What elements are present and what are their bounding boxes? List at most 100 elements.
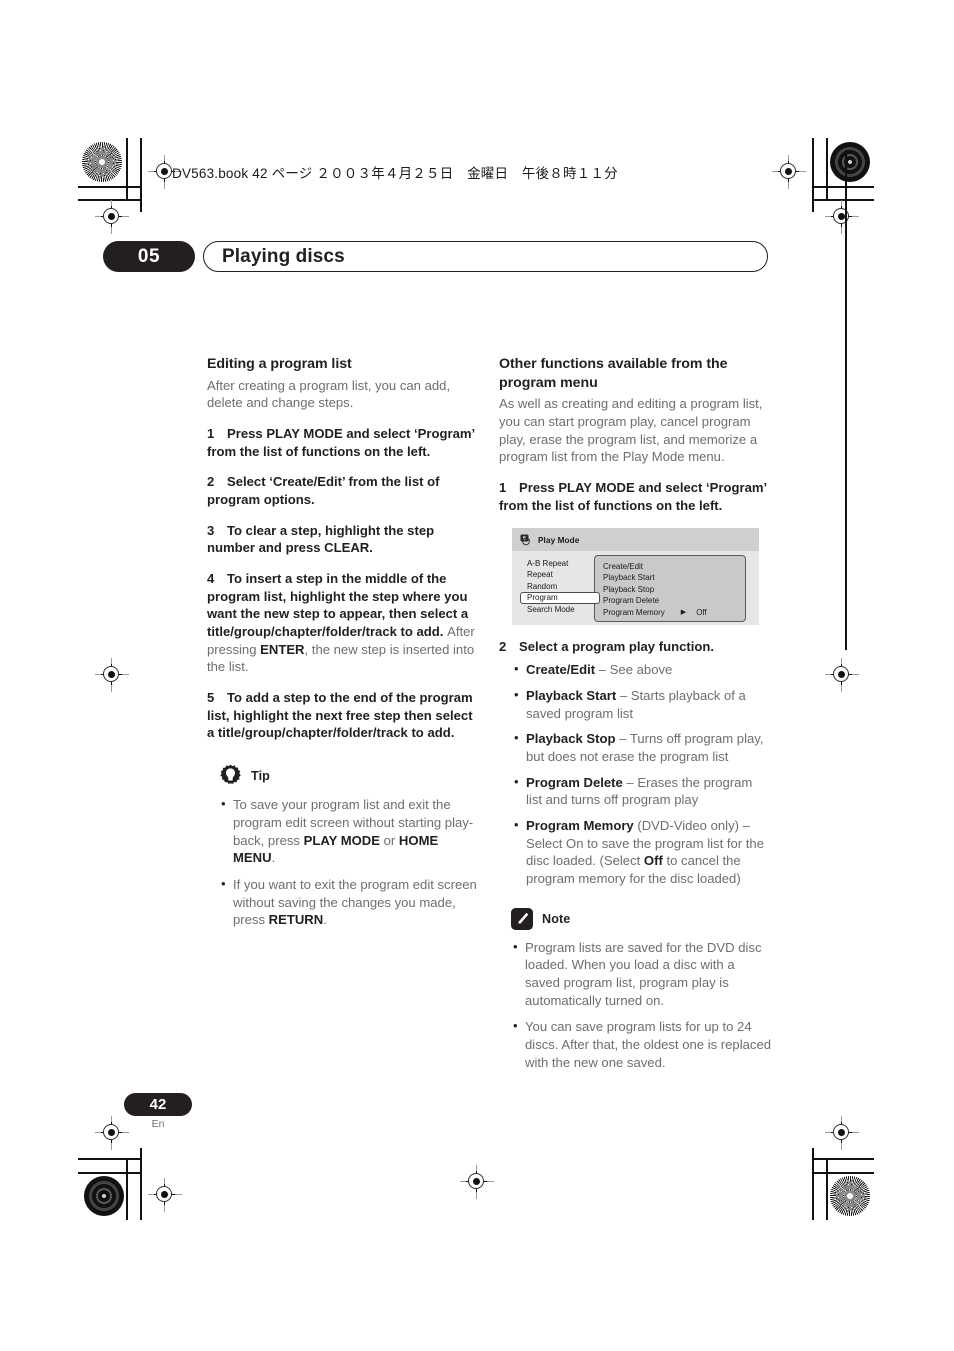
tip-bullet-1-mid: or — [380, 832, 399, 848]
step-1-left: 1 Press PLAY MODE and select ‘Program’ fr… — [207, 425, 479, 460]
chapter-header: 05 Playing discs — [103, 241, 768, 272]
osd-options-rows: Create/Edit Playback Start Playback Stop… — [595, 556, 745, 619]
step-2-left: 2 Select ‘Create/Edit’ from the list of p… — [207, 473, 479, 508]
step-4-text: To insert a step in the middle of the pr… — [207, 571, 469, 640]
step-3-left: 3 To clear a step, highlight the step num… — [207, 522, 479, 557]
program-function-list: Create/Edit – See above Playback Start –… — [512, 660, 771, 888]
osd-menu-item-search-mode[interactable]: Search Mode — [521, 604, 599, 616]
registration-rosette-top-right — [830, 142, 870, 182]
step-1-right-text: Press PLAY MODE and select ‘Program’ fro… — [499, 480, 767, 513]
registration-rosette-bottom-right — [830, 1176, 870, 1216]
note-label: Note — [542, 911, 571, 926]
step-2-right-number: 2 — [499, 638, 507, 654]
page-language-code: En — [151, 1118, 165, 1130]
crop-mark-top-left-inner-vertical — [140, 138, 142, 212]
registration-target-bottom-center — [460, 1165, 494, 1199]
osd-options-panel: Create/Edit Playback Start Playback Stop… — [594, 554, 746, 622]
chevron-right-icon: ▶ — [680, 608, 687, 616]
crop-mark-bottom-right-inner-vertical — [812, 1148, 814, 1220]
function-name-program-delete: Program Delete — [526, 774, 623, 790]
crop-mark-bottom-left-vertical — [126, 1158, 128, 1220]
note-bullet-2: You can save program lists for up to 24 … — [511, 1017, 771, 1071]
crop-mark-top-left-horizontal — [78, 186, 140, 188]
play-mode-osd-screenshot: Play Mode A-B Repeat Repeat Random Progr… — [512, 527, 759, 625]
chapter-title-pill: Playing discs — [203, 241, 768, 272]
registration-target-right-upper — [825, 200, 859, 234]
osd-option-create-edit[interactable]: Create/Edit — [603, 561, 745, 573]
intro-paragraph-right: As well as creating and editing a progra… — [499, 396, 763, 465]
step-1-number: 1 — [207, 426, 215, 442]
registration-target-left-middle — [95, 658, 129, 692]
page-title: Playing discs — [222, 245, 345, 267]
step-4-number: 4 — [207, 571, 215, 587]
chapter-number: 05 — [103, 241, 195, 272]
page-number-badge: 42 — [124, 1093, 192, 1116]
registration-target-bottom-left — [148, 1178, 182, 1212]
step-2-right-text: Select a program play function. — [519, 638, 714, 654]
function-name-playback-start: Playback Start — [526, 687, 617, 703]
crop-mark-bottom-right-horizontal — [812, 1158, 874, 1160]
registration-target-top-right — [772, 155, 806, 189]
osd-title-row: Play Mode — [520, 534, 579, 546]
osd-option-program-memory-value: Off — [696, 607, 707, 617]
pencil-note-icon — [511, 907, 533, 930]
step-5-number: 5 — [207, 690, 215, 706]
book-file-header: DV563.book 42 ページ ２００３年４月２５日 金曜日 午後８時１１分 — [172, 166, 618, 181]
gear-lightbulb-icon — [220, 764, 241, 785]
function-item-create-edit: Create/Edit – See above — [512, 660, 771, 679]
section-heading-editing-program-list: Editing a program list — [207, 356, 352, 372]
note-bullet-list: Program lists are saved for the DVD disc… — [511, 938, 771, 1072]
osd-option-playback-start[interactable]: Playback Start — [603, 572, 745, 584]
step-3-text: To clear a step, highlight the step numb… — [207, 522, 435, 556]
crop-mark-bottom-right-vertical — [826, 1158, 828, 1220]
registration-rosette-top-left — [82, 142, 122, 182]
note-callout-header: Note — [511, 907, 771, 930]
crop-mark-bottom-right-inner-horizontal — [812, 1172, 874, 1174]
crop-mark-top-right-horizontal — [812, 186, 874, 188]
osd-menu-item-ab-repeat[interactable]: A-B Repeat — [521, 558, 599, 570]
osd-menu-item-program[interactable]: Program — [520, 592, 600, 605]
step-4-left: 4 To insert a step in the middle of the p… — [207, 570, 479, 676]
right-column: Other functions available from the progr… — [499, 355, 771, 1080]
tip-bullet-1-tail: . — [271, 850, 276, 866]
osd-left-menu: A-B Repeat Repeat Random Program Search … — [520, 558, 600, 616]
function-desc-program-memory-off: Off — [643, 853, 663, 869]
crop-mark-bottom-left-inner-vertical — [140, 1148, 142, 1220]
osd-menu-item-repeat[interactable]: Repeat — [521, 569, 599, 581]
note-bullet-1: Program lists are saved for the DVD disc… — [511, 938, 771, 1010]
step-1-right-number: 1 — [499, 480, 507, 496]
crop-mark-bottom-left-inner-horizontal — [78, 1172, 142, 1174]
function-desc-create-edit: – See above — [595, 662, 673, 678]
step-2-number: 2 — [207, 474, 215, 490]
tip-bullet-1-key-1: PLAY MODE — [303, 832, 380, 848]
function-name-playback-stop: Playback Stop — [526, 731, 616, 747]
crop-mark-bottom-left-horizontal — [78, 1158, 140, 1160]
function-name-create-edit: Create/Edit — [526, 662, 596, 678]
crop-mark-top-right-inner-vertical — [812, 138, 814, 212]
tip-label: Tip — [251, 768, 270, 783]
registration-rosette-bottom-left — [84, 1176, 124, 1216]
osd-title-text: Play Mode — [538, 535, 580, 545]
tip-bullet-list: To save your program list and exit the p… — [219, 795, 479, 929]
tip-bullet-2: If you want to exit the program edit scr… — [219, 875, 479, 929]
osd-option-program-memory[interactable]: Program Memory ▶ Off — [603, 607, 745, 619]
crop-mark-top-right-vertical — [826, 138, 828, 200]
registration-target-left-upper — [95, 200, 129, 234]
step-5-text: To add a step to the end of the program … — [207, 690, 473, 741]
osd-option-program-delete[interactable]: Program Delete — [603, 595, 745, 607]
tip-bullet-1: To save your program list and exit the p… — [219, 795, 479, 867]
registration-target-right-middle — [825, 658, 859, 692]
function-item-program-delete: Program Delete – Erases the program list… — [512, 773, 771, 809]
intro-paragraph-left: After creating a program list, you can a… — [207, 377, 451, 411]
function-item-playback-stop: Playback Stop – Turns off program play, … — [512, 729, 771, 765]
tip-bullet-2-tail: . — [323, 912, 327, 928]
step-1-text: Press PLAY MODE and select ‘Program’ fro… — [207, 426, 475, 459]
osd-option-program-memory-label: Program Memory — [603, 607, 665, 617]
play-mode-icon — [520, 534, 530, 545]
function-item-program-memory: Program Memory (DVD-Video only) – Select… — [512, 816, 771, 888]
left-column: Editing a program list After creating a … — [207, 355, 479, 938]
osd-menu-item-random[interactable]: Random — [521, 581, 599, 593]
step-1-right: 1 Press PLAY MODE and select ‘Program’ fr… — [499, 479, 771, 514]
tip-bullet-2-key-1: RETURN — [268, 912, 324, 928]
osd-option-playback-stop[interactable]: Playback Stop — [603, 584, 745, 596]
